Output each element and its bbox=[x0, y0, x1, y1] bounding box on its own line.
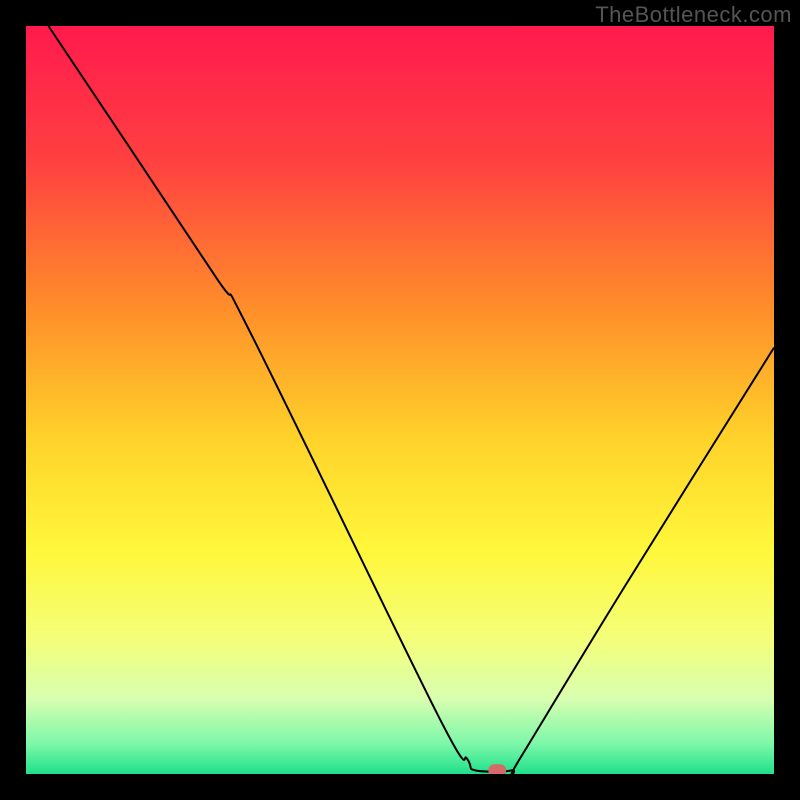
plot-area bbox=[26, 26, 774, 774]
minimum-marker bbox=[488, 764, 506, 774]
chart-svg bbox=[26, 26, 774, 774]
chart-frame: TheBottleneck.com bbox=[0, 0, 800, 800]
gradient-rect bbox=[26, 26, 774, 774]
watermark-text: TheBottleneck.com bbox=[595, 2, 792, 28]
